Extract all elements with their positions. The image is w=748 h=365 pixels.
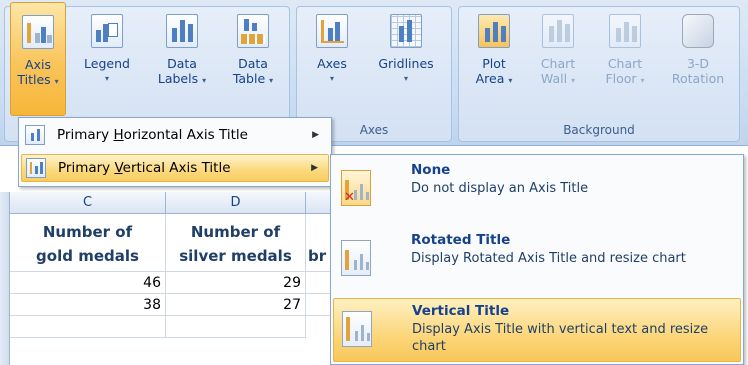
dropdown-arrow-icon: ▾ <box>104 74 109 83</box>
x-mark-icon: ✕ <box>344 190 355 205</box>
column-header-d[interactable]: D <box>166 192 306 214</box>
chart-floor-icon <box>609 14 641 48</box>
axis-titles-button[interactable]: Axis Titles ▾ <box>10 2 66 116</box>
primary-horizontal-axis-title-item[interactable]: Primary Horizontal Axis Title ▶ <box>21 121 329 149</box>
option-rotated-title[interactable]: Rotated Title Display Rotated Axis Title… <box>333 228 741 292</box>
gridlines-button[interactable]: Gridlines ▾ <box>366 2 446 116</box>
cell-c-3[interactable] <box>10 316 166 338</box>
rotated-title-icon <box>341 240 371 276</box>
dropdown-arrow-icon: ▾ <box>329 74 334 83</box>
plot-area-button[interactable]: Plot Area ▾ <box>466 2 522 116</box>
vertical-title-icon <box>342 311 372 347</box>
dropdown-arrow-icon: ▾ <box>54 77 59 86</box>
header-cell-gold[interactable]: Number of gold medals <box>10 214 166 272</box>
chart-wall-button[interactable]: Chart Wall ▾ <box>528 2 588 116</box>
vertical-axis-title-submenu: ✕ None Do not display an Axis Title Rota… <box>330 154 744 365</box>
plot-area-icon <box>478 14 510 48</box>
cell-c-gold-2[interactable]: 38 <box>10 294 166 316</box>
cell-c-gold-1[interactable]: 46 <box>10 272 166 294</box>
submenu-arrow-icon: ▶ <box>311 163 318 173</box>
background-group-label: Background <box>563 123 635 137</box>
axis-titles-menu: Primary Horizontal Axis Title ▶ Primary … <box>18 117 332 187</box>
chart-floor-button[interactable]: Chart Floor ▾ <box>594 2 656 116</box>
3d-rotation-button[interactable]: 3-D Rotation <box>660 2 736 116</box>
dropdown-arrow-icon: ▾ <box>269 76 274 85</box>
data-table-icon <box>237 14 269 48</box>
data-labels-icon <box>166 14 198 48</box>
option-vertical-title[interactable]: Vertical Title Display Axis Title with v… <box>333 298 741 362</box>
column-header-c[interactable]: C <box>10 192 166 214</box>
cube-icon <box>682 14 714 48</box>
cell-d-silver-2[interactable]: 27 <box>166 294 306 316</box>
cell-d-3[interactable] <box>166 316 306 338</box>
horizontal-axis-title-icon <box>25 125 45 145</box>
legend-icon <box>91 14 123 48</box>
submenu-arrow-icon: ▶ <box>312 130 319 140</box>
chart-wall-icon <box>542 14 574 48</box>
data-table-button[interactable]: Data Table ▾ <box>220 2 286 116</box>
primary-vertical-axis-title-item[interactable]: Primary Vertical Axis Title ▶ <box>21 154 329 182</box>
cell-d-silver-1[interactable]: 29 <box>166 272 306 294</box>
none-axis-title-icon: ✕ <box>341 170 371 206</box>
dropdown-arrow-icon: ▾ <box>202 76 207 85</box>
axes-icon <box>316 14 348 48</box>
dropdown-arrow-icon: ▾ <box>640 76 645 85</box>
dropdown-arrow-icon: ▾ <box>571 76 576 85</box>
dropdown-arrow-icon: ▾ <box>403 74 408 83</box>
data-labels-button[interactable]: Data Labels ▾ <box>148 2 216 116</box>
row-header-strip <box>0 192 10 365</box>
legend-button[interactable]: Legend ▾ <box>74 2 140 116</box>
option-none[interactable]: ✕ None Do not display an Axis Title <box>333 158 741 222</box>
vertical-axis-title-icon <box>26 158 46 178</box>
gridlines-icon <box>390 14 422 48</box>
axes-button[interactable]: Axes ▾ <box>306 2 358 116</box>
axis-titles-icon <box>22 15 54 49</box>
header-cell-silver[interactable]: Number of silver medals <box>166 214 306 272</box>
dropdown-arrow-icon: ▾ <box>508 76 513 85</box>
